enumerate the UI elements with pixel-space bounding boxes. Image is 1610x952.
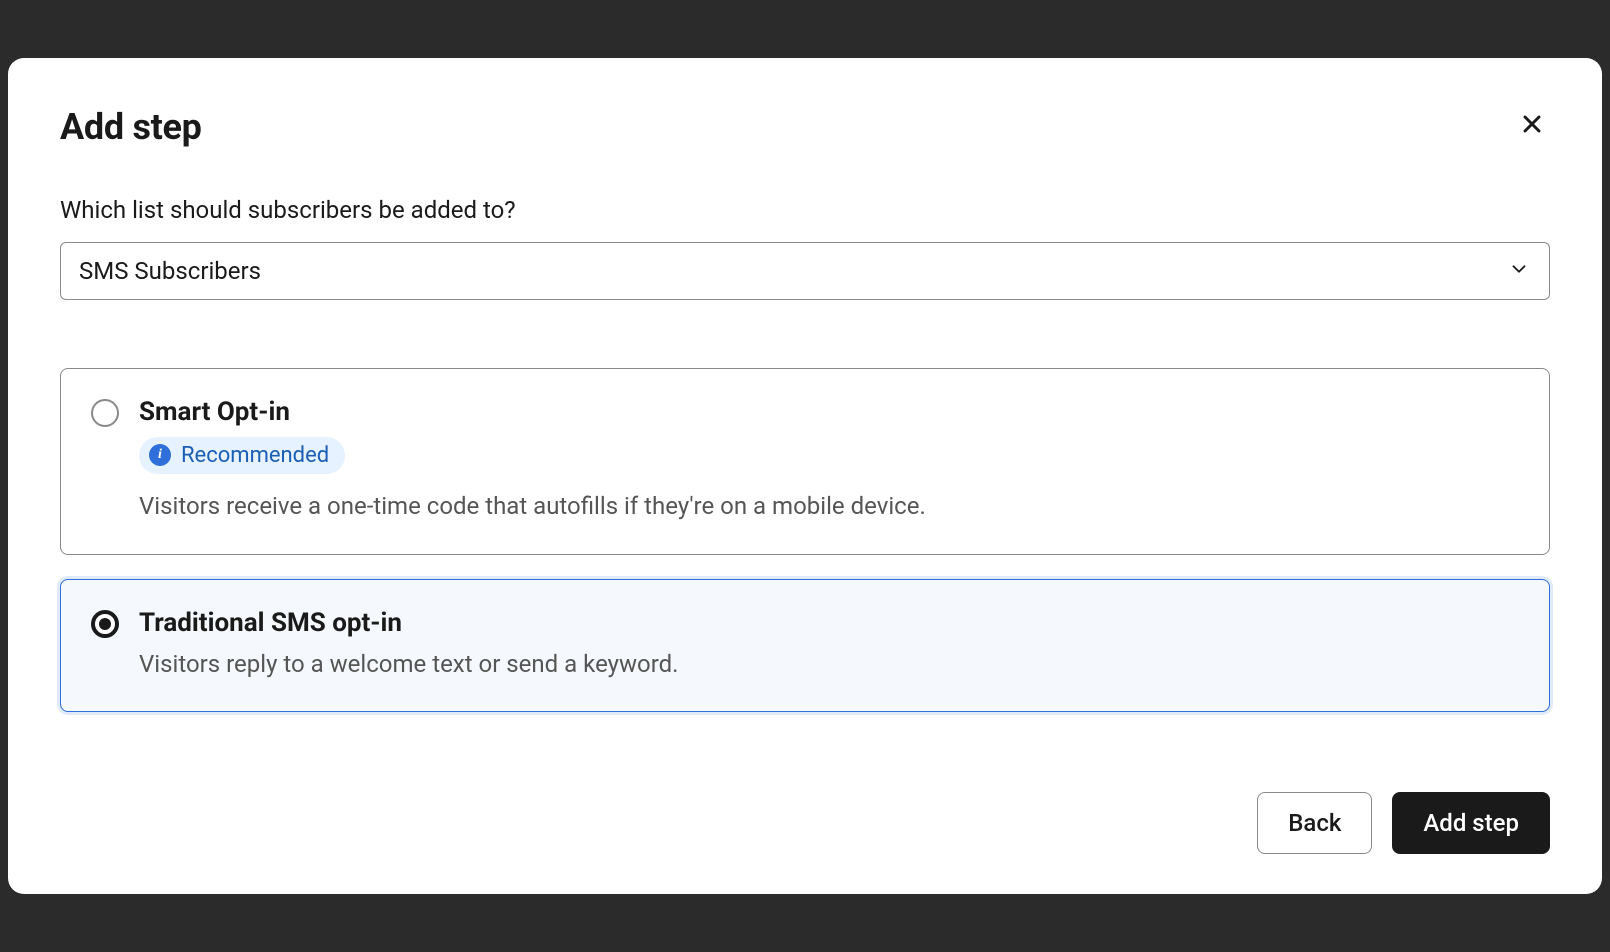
info-icon: i bbox=[149, 444, 171, 466]
add-step-button[interactable]: Add step bbox=[1392, 792, 1550, 854]
badge-label: Recommended bbox=[181, 443, 329, 468]
optin-options: Smart Opt-in i Recommended Visitors rece… bbox=[60, 368, 1550, 712]
option-description: Visitors reply to a welcome text or send… bbox=[139, 648, 1519, 682]
option-title: Traditional SMS opt-in bbox=[139, 608, 1519, 638]
option-smart-optin[interactable]: Smart Opt-in i Recommended Visitors rece… bbox=[60, 368, 1550, 555]
modal-header: Add step bbox=[60, 106, 1550, 148]
option-content: Traditional SMS opt-in Visitors reply to… bbox=[139, 608, 1519, 682]
list-select-wrapper: SMS Subscribers bbox=[60, 242, 1550, 300]
add-step-modal: Add step Which list should subscribers b… bbox=[8, 58, 1602, 894]
modal-footer: Back Add step bbox=[60, 792, 1550, 854]
radio-traditional-optin[interactable] bbox=[91, 610, 119, 638]
close-icon bbox=[1518, 110, 1546, 138]
option-description: Visitors receive a one-time code that au… bbox=[139, 490, 1519, 524]
option-content: Smart Opt-in i Recommended Visitors rece… bbox=[139, 397, 1519, 524]
recommended-badge: i Recommended bbox=[139, 437, 345, 474]
list-field: Which list should subscribers be added t… bbox=[60, 196, 1550, 300]
radio-smart-optin[interactable] bbox=[91, 399, 119, 427]
back-button[interactable]: Back bbox=[1257, 792, 1372, 854]
field-label: Which list should subscribers be added t… bbox=[60, 196, 1550, 224]
option-traditional-optin[interactable]: Traditional SMS opt-in Visitors reply to… bbox=[60, 579, 1550, 713]
list-select[interactable]: SMS Subscribers bbox=[60, 242, 1550, 300]
close-button[interactable] bbox=[1514, 106, 1550, 142]
modal-title: Add step bbox=[60, 106, 202, 148]
option-title: Smart Opt-in bbox=[139, 397, 1519, 427]
